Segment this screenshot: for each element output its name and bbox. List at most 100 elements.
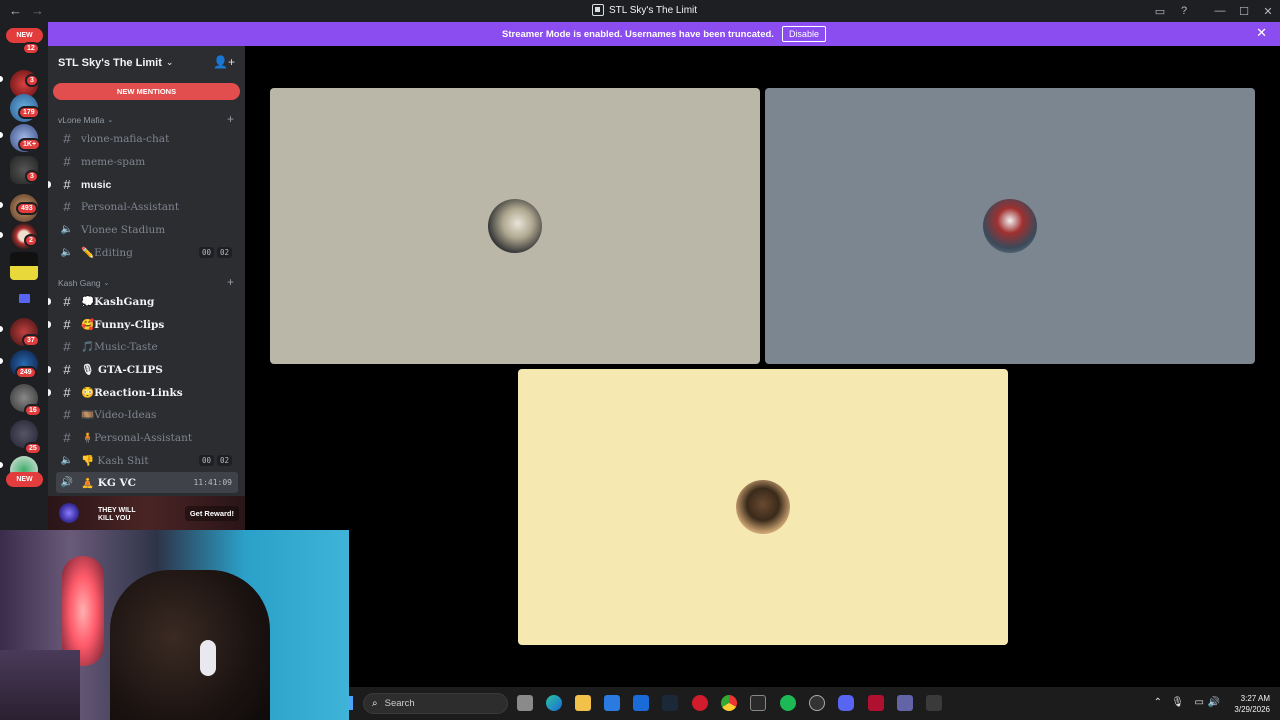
voice-channel-icon: 🔊	[60, 477, 74, 488]
discord-icon[interactable]	[838, 695, 854, 711]
new-mentions-button[interactable]: NEW MENTIONS	[53, 83, 240, 100]
task-view-icon[interactable]	[517, 695, 533, 711]
disable-streamer-mode-button[interactable]: Disable	[781, 26, 826, 42]
chrome-icon[interactable]	[721, 695, 737, 711]
inbox-icon[interactable]: ▭	[1148, 0, 1172, 22]
channel-personal-assistant-2[interactable]: # 🧍Personal-Assistant	[56, 427, 238, 448]
channel-video-ideas[interactable]: # 🎞️Video-Ideas	[56, 404, 238, 425]
webcam-overlay	[0, 530, 349, 720]
unread-indicator	[0, 326, 3, 332]
channel-vlone-mafia-chat[interactable]: # vlone-mafia-chat	[56, 128, 238, 149]
channel-meme-spam[interactable]: # meme-spam	[56, 151, 238, 172]
taskbar-search[interactable]: ⌕ Search	[363, 693, 508, 714]
mention-badge: 3	[25, 74, 39, 87]
mention-badge: 2	[24, 234, 38, 247]
add-member-icon[interactable]: 👤+	[213, 55, 235, 69]
channel-name: ✏️Editing	[81, 247, 133, 259]
back-arrow-icon[interactable]: ←	[9, 3, 22, 18]
channel-vlonee-stadium[interactable]: 🔈 Vlonee Stadium	[56, 219, 238, 240]
adobe-icon[interactable]	[868, 695, 884, 711]
category-label: Kash Gang	[58, 278, 101, 288]
text-channel-icon: #	[63, 131, 71, 146]
unread-indicator	[0, 76, 3, 82]
server-folder[interactable]	[10, 286, 38, 314]
mention-badge: 3	[25, 170, 39, 183]
clock-time: 3:27 AM	[1240, 694, 1270, 703]
server-header[interactable]: STL Sky's The Limit ⌄ 👤+	[48, 46, 245, 79]
roblox-icon[interactable]	[926, 695, 942, 711]
steam-icon[interactable]	[662, 695, 678, 711]
unread-indicator	[0, 132, 3, 138]
network-icon[interactable]: ▭	[1195, 697, 1204, 708]
opera-icon[interactable]	[692, 695, 708, 711]
voice-channel-icon: 🔈	[60, 455, 74, 466]
stage-channel-icon: 🔈	[60, 224, 74, 235]
channel-gta-clips[interactable]: # 🎙 GTA-CLIPS	[48, 359, 238, 380]
text-channel-icon: #	[63, 430, 71, 445]
orb-icon	[59, 503, 79, 523]
clock-date: 3/29/2026	[1234, 705, 1270, 714]
search-icon: ⌕	[372, 698, 378, 709]
volume-icon[interactable]: 🔊	[1208, 697, 1220, 708]
channel-funny-clips[interactable]: # 🥰Funny-Clips	[48, 314, 238, 335]
edge-icon[interactable]	[546, 695, 562, 711]
maximize-button[interactable]: ☐	[1232, 0, 1256, 22]
participant-tile[interactable]	[765, 88, 1255, 364]
new-unreads-pill-top[interactable]: NEW	[6, 28, 43, 43]
mention-badge: 179	[18, 106, 40, 119]
channel-reaction-links[interactable]: # 😳Reaction-Links	[48, 382, 238, 403]
add-channel-icon[interactable]: +	[227, 112, 234, 126]
spotify-icon[interactable]	[780, 695, 796, 711]
mention-badge: 12	[22, 42, 40, 55]
clock[interactable]: 3:27 AM 3/29/2026	[1234, 693, 1270, 715]
channel-name: 🎞️Video-Ideas	[81, 409, 157, 421]
channel-music-taste[interactable]: # 🎵Music-Taste	[56, 336, 238, 357]
close-window-button[interactable]: ✕	[1256, 0, 1280, 22]
banner-message: Streamer Mode is enabled. Usernames have…	[502, 28, 774, 40]
mention-badge: 37	[22, 334, 40, 347]
unread-indicator	[0, 358, 3, 364]
channel-editing[interactable]: 🔈 ✏️Editing 00 02	[56, 242, 238, 263]
participant-avatar	[488, 199, 542, 253]
outlook-icon[interactable]	[633, 695, 649, 711]
search-placeholder: Search	[384, 698, 415, 709]
teams-icon[interactable]	[897, 695, 913, 711]
channel-name: 🎙 GTA-CLIPS	[81, 364, 163, 376]
obs-icon[interactable]	[809, 695, 825, 711]
folder-icon	[19, 294, 30, 303]
new-unreads-pill-bottom[interactable]: NEW	[6, 472, 43, 487]
channel-kashgang[interactable]: # 💭KashGang	[48, 291, 238, 312]
unread-indicator	[0, 462, 3, 468]
voice-stage	[245, 46, 1280, 687]
epic-games-icon[interactable]	[750, 695, 766, 711]
person-silhouette	[110, 570, 270, 720]
close-banner-icon[interactable]: ✕	[1256, 25, 1267, 41]
server-icon-lan[interactable]	[10, 252, 38, 280]
file-explorer-icon[interactable]	[575, 695, 591, 711]
promo-banner[interactable]: THEY WILL KILL YOU Get Reward!	[48, 496, 245, 530]
channel-kg-vc[interactable]: 🔊 🧘 KG VC 11:41:09	[56, 472, 238, 493]
text-channel-icon: #	[63, 154, 71, 169]
text-channel-icon: #	[63, 294, 71, 309]
help-icon[interactable]: ?	[1172, 0, 1196, 22]
participant-tile[interactable]	[270, 88, 760, 364]
chevron-up-icon[interactable]: ⌃	[1154, 697, 1162, 708]
text-channel-icon: #	[63, 317, 71, 332]
microphone-icon[interactable]: 🎙	[1171, 697, 1184, 708]
channel-name: 😳Reaction-Links	[81, 387, 183, 399]
store-icon[interactable]	[604, 695, 620, 711]
get-reward-button[interactable]: Get Reward!	[184, 506, 239, 521]
category-vlone-mafia[interactable]: vLone Mafia ⌄ +	[58, 112, 234, 126]
channel-name: vlone-mafia-chat	[81, 132, 170, 145]
channel-personal-assistant[interactable]: # Personal-Assistant	[56, 196, 238, 217]
participant-tile[interactable]	[518, 369, 1008, 645]
category-kash-gang[interactable]: Kash Gang ⌄ +	[58, 275, 234, 289]
add-channel-icon[interactable]: +	[227, 275, 234, 289]
channel-kash-shit[interactable]: 🔈 👎 Kash Shit 00 02	[56, 450, 238, 471]
forward-arrow-icon[interactable]: →	[31, 3, 44, 18]
channel-music[interactable]: # music	[48, 174, 238, 195]
minimize-button[interactable]: —	[1208, 0, 1232, 22]
window-title-group: STL Sky's The Limit	[592, 4, 697, 16]
unread-indicator	[0, 202, 3, 208]
start-icon[interactable]	[349, 696, 353, 710]
